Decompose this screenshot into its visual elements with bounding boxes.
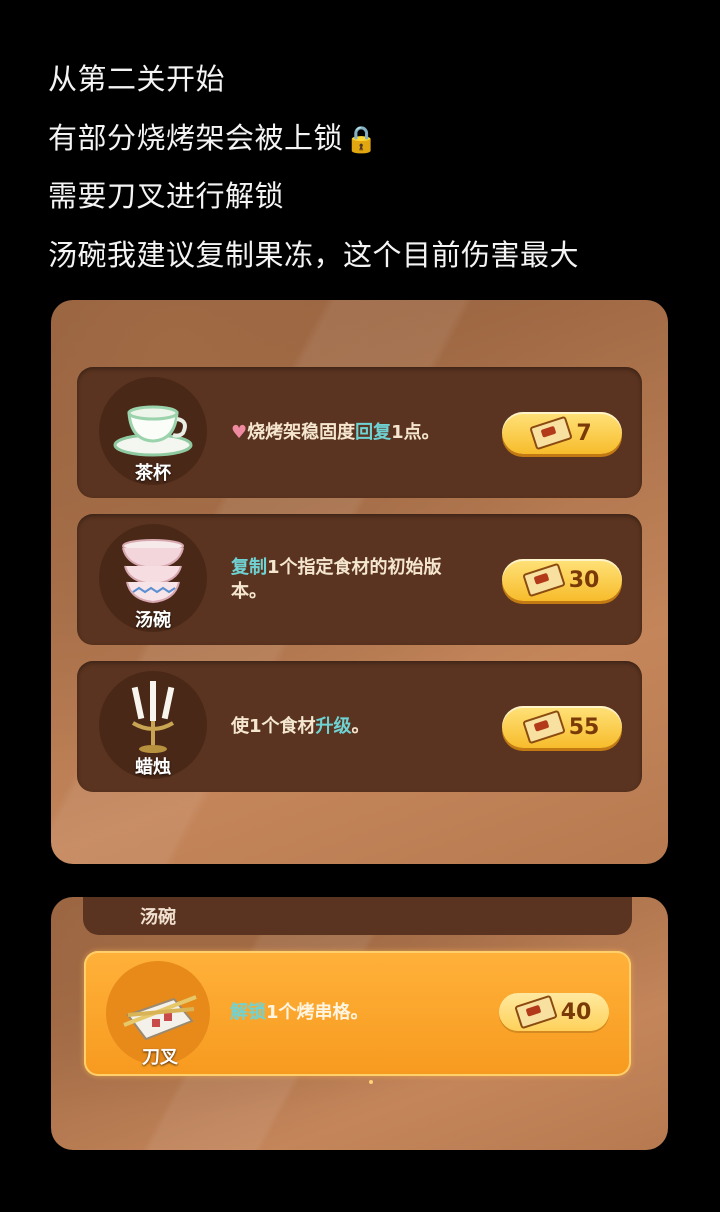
item-name: 茶杯 <box>135 463 171 484</box>
item-icon-circle: 蜡烛 <box>99 671 207 779</box>
shop-panel-scrolled: 汤碗 刀叉 解锁1个烤串格。 40 <box>51 897 668 1150</box>
price-value: 40 <box>560 999 592 1025</box>
price-button[interactable]: 40 <box>499 993 609 1031</box>
price-button[interactable]: 30 <box>502 559 622 601</box>
item-name: 刀叉 <box>142 1047 178 1068</box>
item-description: 解锁1个烤串格。 <box>230 1002 369 1023</box>
shop-item-bowl[interactable]: 汤碗 复制1个指定食材的初始版本。 30 <box>77 514 642 645</box>
ticket-icon <box>529 415 574 451</box>
intro-line-1: 从第二关开始 <box>48 62 226 96</box>
teacup-icon <box>113 405 193 457</box>
candelabra-icon <box>131 681 175 753</box>
price-button[interactable]: 7 <box>502 412 622 454</box>
item-description: ♥烧烤架稳固度回复1点。 <box>231 421 440 443</box>
shop-item-candle[interactable]: 蜡烛 使1个食材升级。 55 <box>77 661 642 792</box>
intro-line-2: 有部分烧烤架会被上锁🔒 <box>48 120 378 155</box>
intro-line-3: 需要刀叉进行解锁 <box>48 179 285 213</box>
price-button[interactable]: 55 <box>502 706 622 748</box>
item-name: 汤碗 <box>135 610 171 631</box>
item-icon-circle: 茶杯 <box>99 377 207 485</box>
lock-icon: 🔒 <box>345 124 378 155</box>
item-description: 使1个食材升级。 <box>231 715 370 737</box>
item-name: 蜡烛 <box>135 757 171 778</box>
item-icon-circle: 汤碗 <box>99 524 207 632</box>
sparkle-decoration <box>369 1080 373 1084</box>
knife-fork-icon <box>123 995 197 1041</box>
shop-item-knife-fork-selected[interactable]: 刀叉 解锁1个烤串格。 40 <box>84 951 631 1076</box>
shop-item-bowl-clipped[interactable]: 汤碗 <box>83 897 632 935</box>
shop-item-teacup[interactable]: 茶杯 ♥烧烤架稳固度回复1点。 7 <box>77 367 642 498</box>
ticket-icon <box>521 709 566 745</box>
item-name: 汤碗 <box>140 907 176 928</box>
price-value: 30 <box>568 567 600 593</box>
item-description: 复制1个指定食材的初始版本。 <box>231 556 442 602</box>
price-value: 55 <box>568 714 600 740</box>
intro-line-4: 汤碗我建议复制果冻，这个目前伤害最大 <box>48 237 580 272</box>
bowl-icon <box>122 539 184 604</box>
shop-panel: 茶杯 ♥烧烤架稳固度回复1点。 7 汤碗 复制1个指定食材的初始版本。 30 蜡… <box>51 300 668 864</box>
intro-text: 从第二关开始 有部分烧烤架会被上锁🔒 需要刀叉进行解锁 汤碗我建议复制果冻，这个… <box>48 50 579 284</box>
item-icon-circle: 刀叉 <box>106 961 210 1068</box>
price-value: 7 <box>576 420 592 446</box>
ticket-icon <box>513 994 558 1030</box>
ticket-icon <box>521 562 566 598</box>
